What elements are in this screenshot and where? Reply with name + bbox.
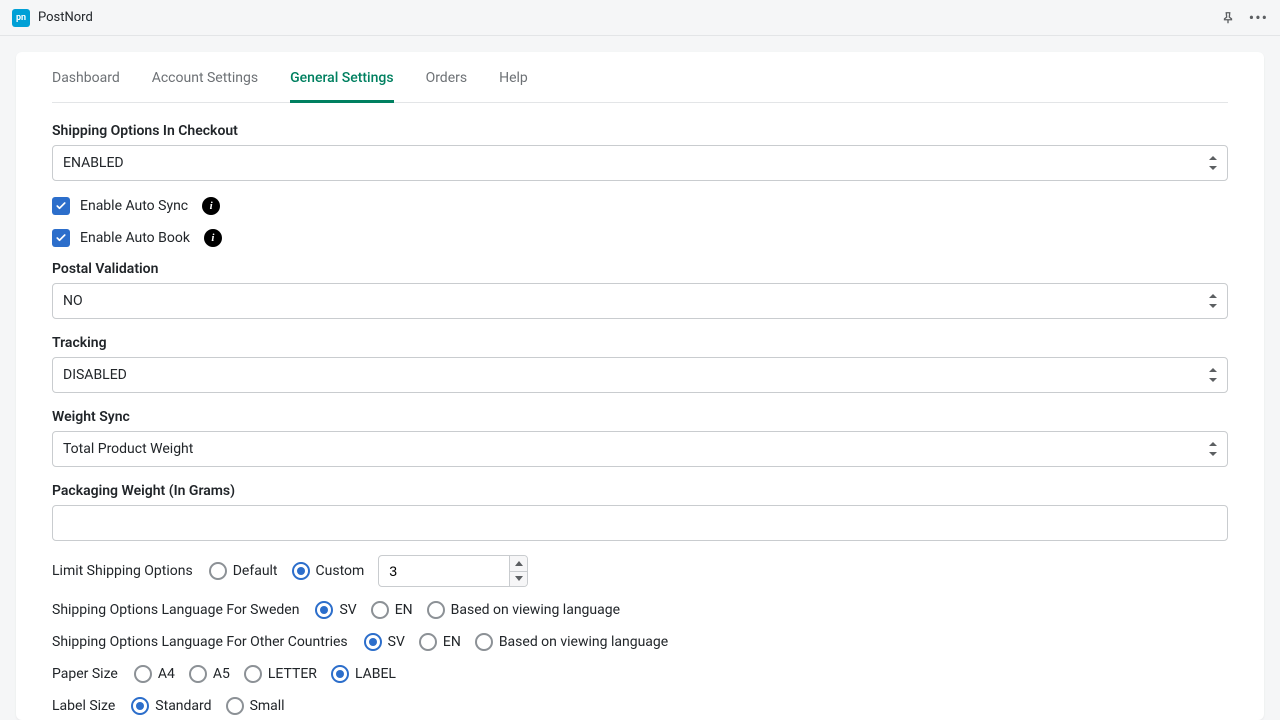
- tab-general-settings[interactable]: General Settings: [290, 70, 393, 103]
- limit-shipping-default-label: Default: [233, 563, 278, 579]
- lang-sweden-label: Shipping Options Language For Sweden: [52, 602, 299, 618]
- packaging-weight-input[interactable]: [52, 505, 1228, 541]
- lang-sweden-en-radio[interactable]: [371, 601, 389, 619]
- tracking-select[interactable]: DISABLED: [52, 357, 1228, 393]
- stepper-up[interactable]: [510, 556, 527, 572]
- tab-dashboard[interactable]: Dashboard: [52, 70, 120, 103]
- postal-validation-label: Postal Validation: [52, 261, 1228, 277]
- limit-shipping-custom-label: Custom: [316, 563, 365, 579]
- paper-a5-radio[interactable]: [189, 665, 207, 683]
- packaging-weight-label: Packaging Weight (In Grams): [52, 483, 1228, 499]
- auto-sync-label: Enable Auto Sync: [80, 198, 188, 214]
- auto-sync-checkbox[interactable]: [52, 197, 70, 215]
- label-size-label: Label Size: [52, 698, 115, 714]
- postal-validation-select[interactable]: NO: [52, 283, 1228, 319]
- pin-icon[interactable]: [1221, 11, 1235, 25]
- auto-book-checkbox[interactable]: [52, 229, 70, 247]
- lang-other-viewing-radio[interactable]: [475, 633, 493, 651]
- lang-other-label: Shipping Options Language For Other Coun…: [52, 634, 348, 650]
- paper-label-radio[interactable]: [331, 665, 349, 683]
- info-icon[interactable]: i: [204, 229, 222, 247]
- label-small-radio[interactable]: [226, 697, 244, 715]
- settings-card: Dashboard Account Settings General Setti…: [16, 52, 1264, 720]
- lang-sweden-sv-radio[interactable]: [315, 601, 333, 619]
- tab-orders[interactable]: Orders: [426, 70, 468, 103]
- info-icon[interactable]: i: [202, 197, 220, 215]
- app-name: PostNord: [38, 10, 93, 25]
- lang-other-en-radio[interactable]: [419, 633, 437, 651]
- lang-other-sv-radio[interactable]: [364, 633, 382, 651]
- more-icon[interactable]: •••: [1249, 10, 1268, 26]
- tab-help[interactable]: Help: [499, 70, 528, 103]
- limit-shipping-custom-radio[interactable]: [292, 562, 310, 580]
- general-settings-form: Shipping Options In Checkout ENABLED Ena…: [52, 103, 1228, 720]
- limit-shipping-default-radio[interactable]: [209, 562, 227, 580]
- shipping-options-checkout-label: Shipping Options In Checkout: [52, 123, 1228, 139]
- shipping-options-checkout-select[interactable]: ENABLED: [52, 145, 1228, 181]
- app-logo: pn: [12, 9, 30, 27]
- tracking-label: Tracking: [52, 335, 1228, 351]
- weight-sync-label: Weight Sync: [52, 409, 1228, 425]
- weight-sync-select[interactable]: Total Product Weight: [52, 431, 1228, 467]
- paper-a4-radio[interactable]: [134, 665, 152, 683]
- tabs: Dashboard Account Settings General Setti…: [52, 52, 1228, 103]
- tab-account-settings[interactable]: Account Settings: [152, 70, 258, 103]
- lang-sweden-viewing-radio[interactable]: [427, 601, 445, 619]
- limit-shipping-custom-input[interactable]: [378, 555, 528, 587]
- paper-letter-radio[interactable]: [244, 665, 262, 683]
- auto-book-label: Enable Auto Book: [80, 230, 190, 246]
- top-bar: pn PostNord •••: [0, 0, 1280, 36]
- label-standard-radio[interactable]: [131, 697, 149, 715]
- limit-shipping-label: Limit Shipping Options: [52, 563, 193, 579]
- paper-size-label: Paper Size: [52, 666, 118, 682]
- stepper-down[interactable]: [510, 572, 527, 587]
